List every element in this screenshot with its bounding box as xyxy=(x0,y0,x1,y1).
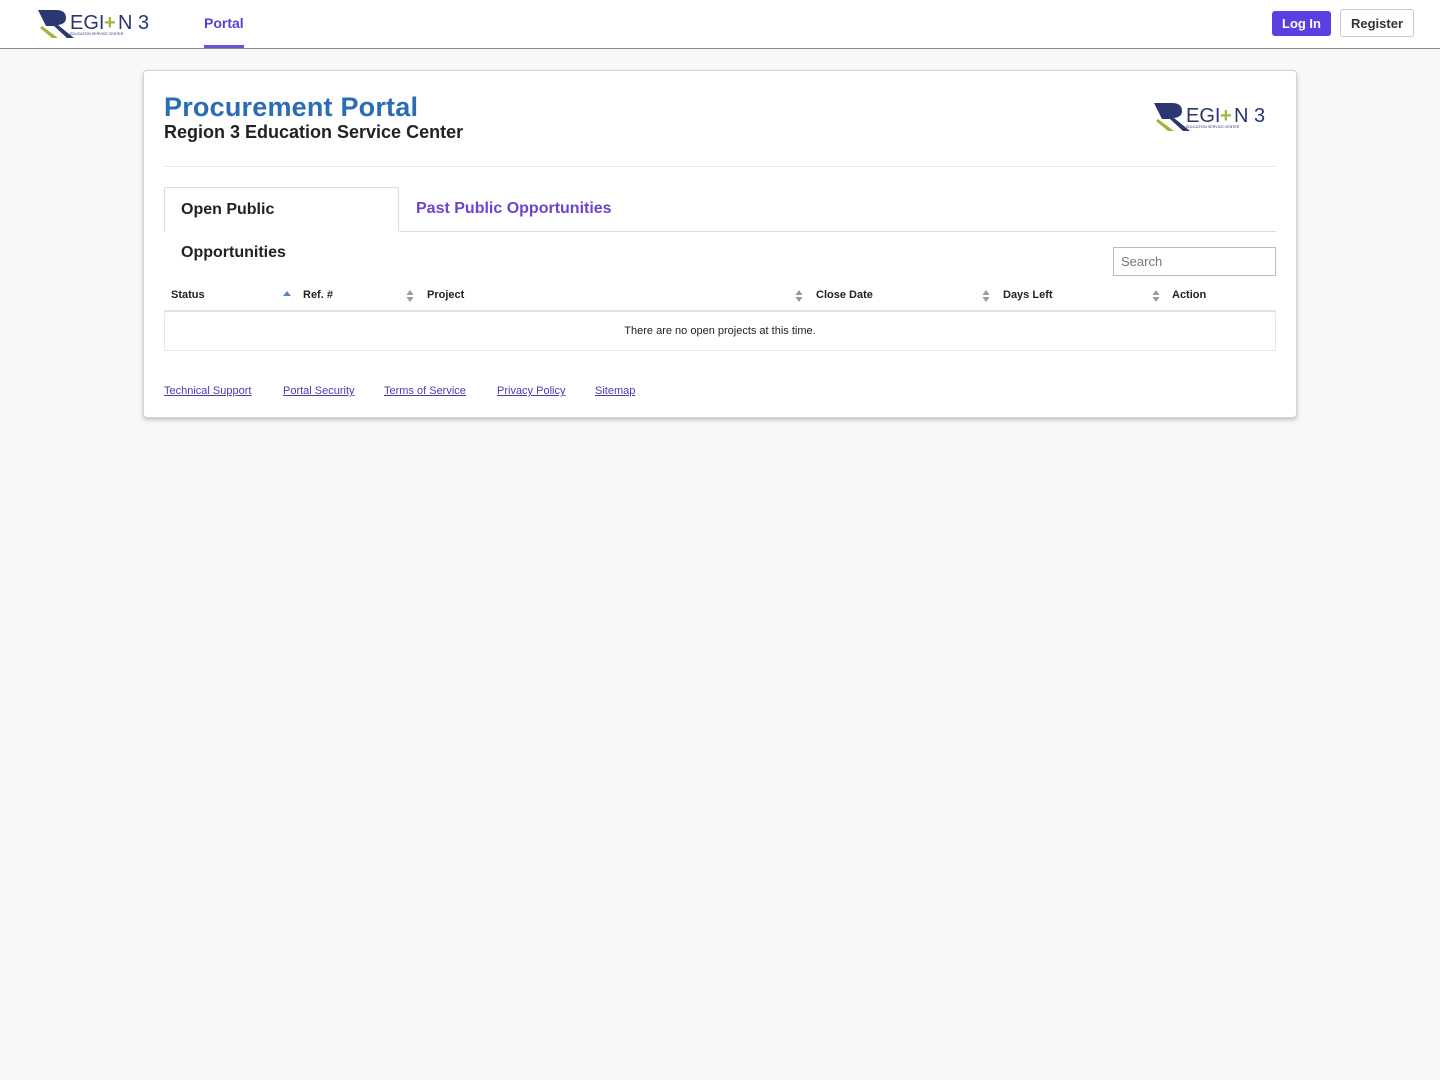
footer-link-sitemap[interactable]: Sitemap xyxy=(595,385,635,397)
register-button[interactable]: Register xyxy=(1340,9,1414,37)
footer-link-portal-security[interactable]: Portal Security xyxy=(283,385,355,397)
nav-portal-label: Portal xyxy=(204,15,244,31)
svg-text:+: + xyxy=(1220,105,1232,127)
login-button[interactable]: Log In xyxy=(1272,11,1331,36)
footer-link-terms-of-service[interactable]: Terms of Service xyxy=(384,385,466,397)
table-body: There are no open projects at this time. xyxy=(164,313,1276,351)
sort-icon[interactable] xyxy=(1151,282,1161,310)
region3-logo[interactable]: EGI + N 3 EDUCATION SERVICE CENTER xyxy=(36,6,160,40)
sort-icon[interactable] xyxy=(981,282,991,310)
page-subtitle: Region 3 Education Service Center xyxy=(164,122,464,142)
nav-portal-link[interactable]: Portal xyxy=(204,0,244,48)
column-header-action: Action xyxy=(1172,289,1207,301)
table-header: Status Ref. # Project Close Date Days Le… xyxy=(164,282,1276,312)
sort-icon[interactable] xyxy=(405,282,415,310)
portal-card: Procurement Portal Region 3 Education Se… xyxy=(143,70,1297,418)
footer-link-technical-support[interactable]: Technical Support xyxy=(164,385,251,397)
column-header-ref[interactable]: Ref. # xyxy=(303,282,333,310)
empty-table-message: There are no open projects at this time. xyxy=(624,325,816,337)
svg-text:EDUCATION SERVICE CENTER: EDUCATION SERVICE CENTER xyxy=(70,32,124,36)
svg-text:+: + xyxy=(104,12,116,34)
sort-icon[interactable] xyxy=(794,282,804,310)
search-input[interactable] xyxy=(1113,247,1276,276)
svg-text:EGI: EGI xyxy=(1186,105,1220,127)
svg-text:N 3: N 3 xyxy=(1234,105,1265,127)
tab-past-opportunities[interactable]: Past Public Opportunities xyxy=(400,187,628,232)
column-header-close-date[interactable]: Close Date xyxy=(816,282,873,310)
column-header-status[interactable]: Status xyxy=(171,282,205,310)
column-header-days-left[interactable]: Days Left xyxy=(1003,282,1053,310)
header-divider xyxy=(164,166,1276,167)
top-navbar: EGI + N 3 EDUCATION SERVICE CENTER Porta… xyxy=(0,0,1440,49)
svg-text:EGI: EGI xyxy=(70,12,104,34)
nav-active-indicator xyxy=(204,45,244,48)
tab-open-opportunities[interactable]: Open Public Opportunities xyxy=(164,187,399,261)
svg-text:EDUCATION SERVICE CENTER: EDUCATION SERVICE CENTER xyxy=(1186,125,1240,129)
page-title: Procurement Portal xyxy=(164,92,419,122)
svg-text:N 3: N 3 xyxy=(118,12,149,34)
region3-card-logo: EGI + N 3 EDUCATION SERVICE CENTER xyxy=(1154,103,1265,131)
footer-link-privacy-policy[interactable]: Privacy Policy xyxy=(497,385,565,397)
column-header-project[interactable]: Project xyxy=(427,282,464,310)
sort-ascending-icon[interactable] xyxy=(282,282,292,310)
